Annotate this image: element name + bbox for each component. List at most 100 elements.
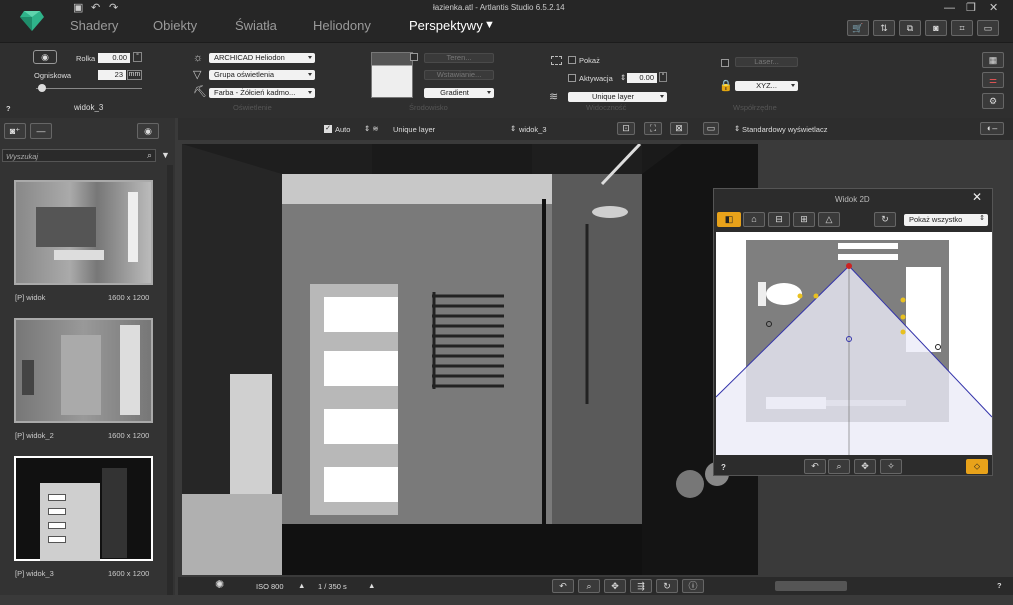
view-stepper-icon[interactable]: ⇕ bbox=[510, 124, 516, 133]
laser-button[interactable]: Laser... bbox=[735, 57, 798, 67]
close-icon[interactable]: ✕ bbox=[972, 190, 982, 204]
windows-icon[interactable]: ⧉ bbox=[899, 20, 921, 36]
perspektywy-menu-icon[interactable]: ▼ bbox=[484, 19, 495, 31]
front-view-icon[interactable]: ⌂ bbox=[743, 212, 765, 227]
undo-icon[interactable]: ↶ bbox=[91, 2, 100, 14]
focal-input[interactable]: 23 bbox=[98, 70, 126, 80]
cart-icon[interactable]: 🛒 bbox=[847, 20, 869, 36]
view-thumbnail-1[interactable] bbox=[14, 180, 153, 285]
search-icon[interactable]: ⌕ bbox=[147, 150, 152, 161]
iso-value[interactable]: ISO 800 bbox=[256, 582, 284, 591]
focal-slider-handle[interactable] bbox=[38, 84, 46, 92]
bottom-help-icon[interactable]: ? bbox=[997, 581, 1002, 590]
frame-icon[interactable]: ⊡ bbox=[617, 122, 635, 135]
texture-icon[interactable]: ▦ bbox=[982, 52, 1004, 68]
info-nav-icon[interactable]: ⓘ bbox=[682, 579, 704, 593]
undo-nav-icon[interactable]: ↶ bbox=[552, 579, 574, 593]
navigate-icon[interactable]: ⬦ bbox=[966, 459, 988, 474]
slider-toggle-icon[interactable]: ◐– bbox=[980, 122, 1004, 135]
activation-stepper-icon[interactable]: ⇕ bbox=[620, 73, 626, 82]
display-stepper-icon[interactable]: ⇕ bbox=[734, 124, 740, 133]
light-group-dropdown[interactable]: Grupa oświetlenia bbox=[209, 70, 315, 80]
search-placeholder: Wyszukaj bbox=[6, 152, 39, 161]
background-dropdown[interactable]: Gradient bbox=[424, 88, 494, 98]
tab-obiekty[interactable]: Obiekty bbox=[153, 18, 197, 33]
plan-view-icon[interactable]: ◧ bbox=[717, 212, 741, 227]
fit-icon[interactable]: ⛶ bbox=[644, 122, 662, 135]
preview-icon[interactable]: ▭ bbox=[977, 20, 999, 36]
laser-checkbox[interactable] bbox=[721, 59, 729, 67]
display-mode[interactable]: Standardowy wyświetlacz bbox=[742, 125, 827, 134]
save-icon[interactable]: ▣ bbox=[73, 2, 83, 14]
rotate-icon[interactable]: ↻ bbox=[874, 212, 896, 227]
auto-checkbox[interactable]: ✓ bbox=[324, 125, 332, 133]
xyz-button[interactable]: XYZ... bbox=[735, 81, 798, 91]
roof-view-icon[interactable]: △ bbox=[818, 212, 840, 227]
camera-icon[interactable]: ◙ bbox=[925, 20, 947, 36]
search-field[interactable]: Wyszukaj ⌕ bbox=[2, 149, 156, 162]
view-thumbnail-2[interactable] bbox=[14, 318, 153, 423]
layers-icon: ≋ bbox=[549, 91, 559, 103]
undo-view-icon[interactable]: ↶ bbox=[804, 459, 826, 474]
close-window-icon[interactable]: ✕ bbox=[989, 2, 998, 14]
shutter-stepper-icon[interactable]: ▲ bbox=[368, 581, 375, 590]
remove-view-button[interactable]: — bbox=[30, 123, 52, 139]
render-viewport[interactable] bbox=[182, 144, 758, 575]
teren-checkbox[interactable] bbox=[410, 53, 418, 61]
plan-canvas[interactable] bbox=[716, 232, 992, 455]
eye-icon[interactable]: ◉ bbox=[137, 123, 159, 139]
roll-input[interactable]: 0.00 bbox=[98, 53, 130, 63]
activation-checkbox[interactable] bbox=[568, 74, 576, 82]
widok-help-icon[interactable]: ? bbox=[721, 463, 726, 472]
fit-all-icon[interactable]: ✧ bbox=[880, 459, 902, 474]
widok-2d-titlebar[interactable]: Widok 2D ✕ bbox=[714, 189, 992, 208]
layer-dropdown[interactable]: Unique layer bbox=[568, 92, 667, 102]
wstawianie-button[interactable]: Wstawianie... bbox=[424, 70, 494, 80]
back-view-icon[interactable]: ⊟ bbox=[768, 212, 790, 227]
tab-shadery[interactable]: Shadery bbox=[70, 18, 118, 33]
panel-scrollbar[interactable] bbox=[167, 165, 173, 595]
view-thumbnail-3[interactable] bbox=[14, 456, 153, 561]
teren-button[interactable]: Teren... bbox=[424, 53, 494, 63]
safe-frame-icon[interactable]: ▭ bbox=[703, 122, 719, 135]
show-checkbox[interactable] bbox=[568, 56, 576, 64]
filter-chevron-icon[interactable]: ▼ bbox=[161, 150, 170, 160]
shutter-value[interactable]: 1 / 350 s bbox=[318, 582, 347, 591]
redo-icon[interactable]: ↷ bbox=[109, 2, 118, 14]
tab-swiatla[interactable]: Światła bbox=[235, 18, 277, 33]
side-view-icon[interactable]: ⊞ bbox=[793, 212, 815, 227]
background-swatch[interactable] bbox=[371, 52, 413, 98]
iso-stepper-icon[interactable]: ▲ bbox=[298, 581, 305, 590]
settings-icon[interactable]: ⚙ bbox=[982, 93, 1004, 109]
color-icon[interactable]: ⚌ bbox=[982, 72, 1004, 88]
add-view-icon[interactable]: ◙⁺ bbox=[4, 123, 26, 139]
heliodon-dropdown[interactable]: ARCHICAD Heliodon bbox=[209, 53, 315, 63]
activation-input[interactable]: 0.00 bbox=[627, 73, 657, 83]
minimize-icon[interactable]: — bbox=[944, 2, 955, 14]
zoom-nav-icon[interactable]: ⌕ bbox=[578, 579, 600, 593]
show-all-dropdown[interactable]: Pokaż wszystko bbox=[904, 214, 988, 226]
render-progress-slider[interactable] bbox=[775, 581, 847, 591]
pan-nav-icon[interactable]: ✥ bbox=[604, 579, 626, 593]
environment-group-label: Środowisko bbox=[409, 103, 448, 112]
pan-icon[interactable]: ✥ bbox=[854, 459, 876, 474]
camera-type-icon[interactable]: ◉ bbox=[33, 50, 57, 64]
help-icon[interactable]: ? bbox=[6, 104, 11, 113]
export-icon[interactable]: ⇅ bbox=[873, 20, 895, 36]
walk-nav-icon[interactable]: ⇶ bbox=[630, 579, 652, 593]
tab-heliodony[interactable]: Heliodony bbox=[313, 18, 371, 33]
viewbar-layer[interactable]: Unique layer bbox=[393, 125, 435, 134]
paint-dropdown[interactable]: Farba - Żółcień kadmo... bbox=[209, 88, 315, 98]
maximize-icon[interactable]: ❐ bbox=[966, 2, 976, 14]
aperture-icon[interactable]: ✺ bbox=[215, 578, 224, 591]
region-icon[interactable]: ⊠ bbox=[670, 122, 688, 135]
crop-icon[interactable]: ⌗ bbox=[951, 20, 973, 36]
paint-roller-icon: ⛏ bbox=[193, 86, 207, 98]
focal-slider[interactable] bbox=[36, 88, 142, 89]
orbit-nav-icon[interactable]: ↻ bbox=[656, 579, 678, 593]
zoom-icon[interactable]: ⌕ bbox=[828, 459, 850, 474]
tab-perspektywy[interactable]: Perspektywy bbox=[409, 18, 483, 33]
floor-plan bbox=[716, 240, 992, 455]
viewbar-view[interactable]: widok_3 bbox=[519, 125, 547, 134]
layer-stepper-icon[interactable]: ⇕ ≋ bbox=[364, 124, 379, 133]
